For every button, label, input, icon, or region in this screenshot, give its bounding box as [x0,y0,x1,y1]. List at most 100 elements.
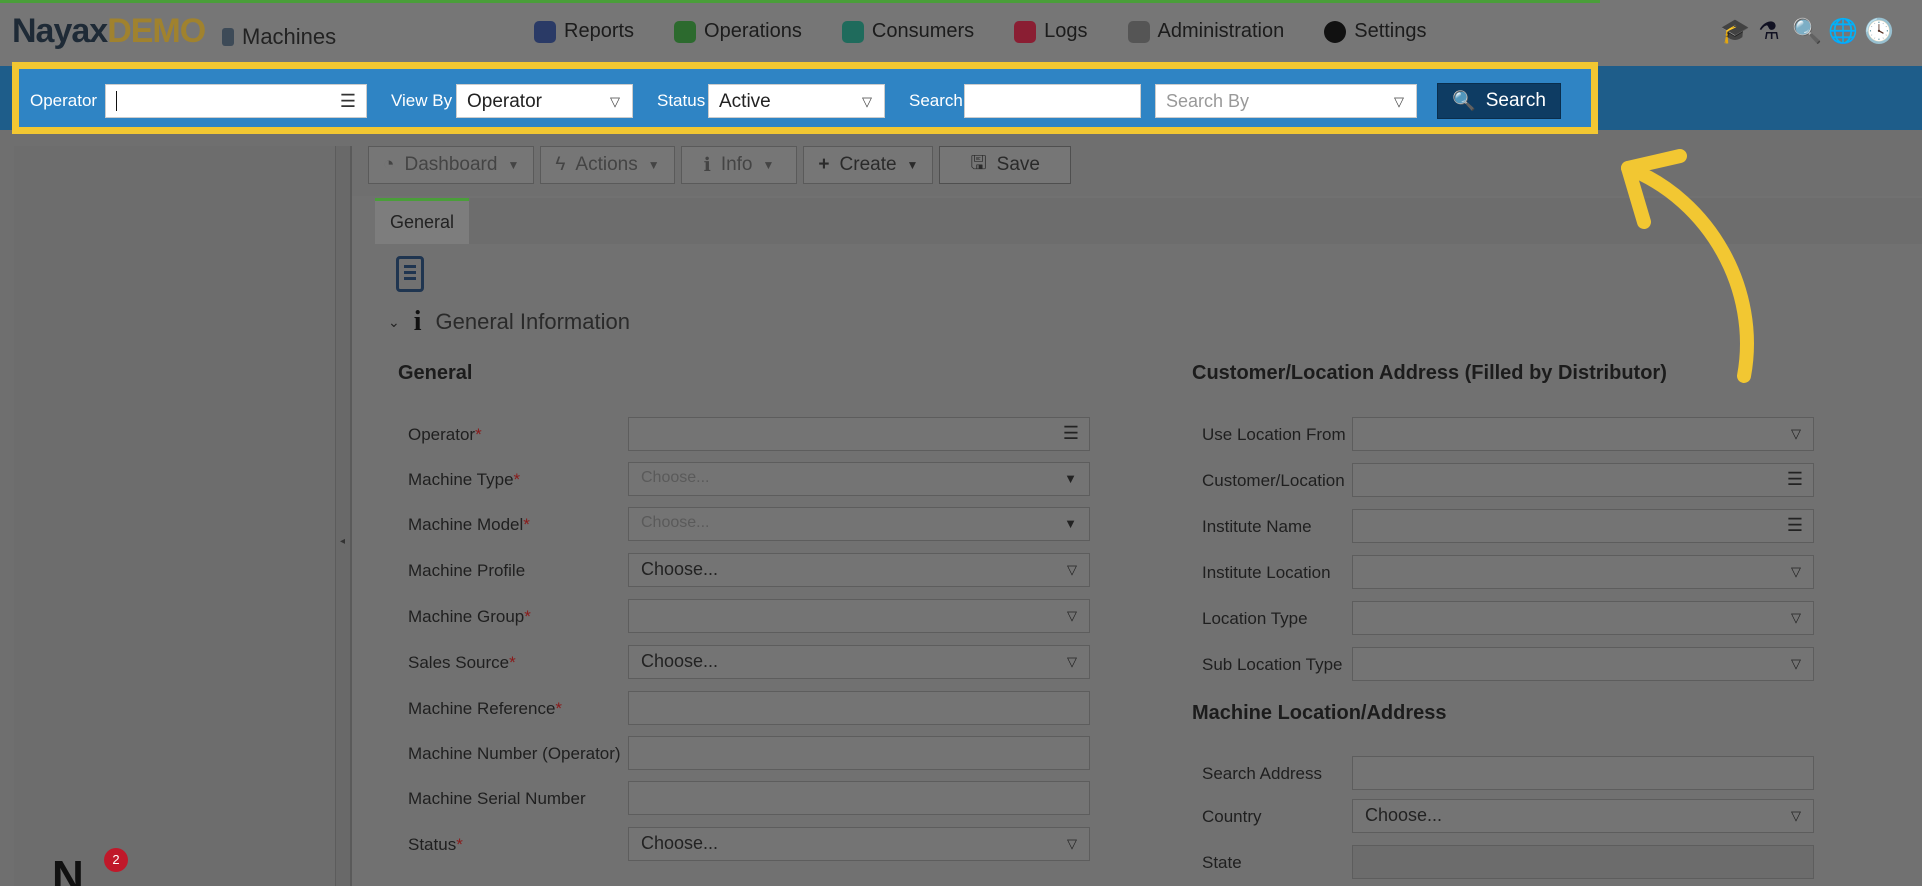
machine-location-group-title: Machine Location/Address [1192,702,1447,724]
search-button[interactable]: 🔍 Search [1437,83,1561,119]
searchby-select[interactable]: Search By ▽ [1155,84,1417,118]
actions-label: Actions [575,154,638,175]
text-cursor [116,91,117,111]
field-label-text: Search Address [1202,764,1323,783]
machine-reference-input[interactable] [628,691,1090,725]
chevron-down-icon: ▽ [1791,564,1801,579]
nav-logs[interactable]: Logs [1014,20,1088,43]
sub-location-type-select[interactable]: ▽ [1352,647,1814,681]
country-select[interactable]: Choose... ▽ [1352,799,1814,833]
machine-profile-select[interactable]: Choose... ▽ [628,553,1090,587]
caret-down-icon: ▼ [507,158,520,172]
caret-down-icon: ▼ [906,158,919,172]
field-label-machine-profile: Machine Profile [408,561,525,581]
machine-group-select[interactable]: ▽ [628,599,1090,633]
search-icon[interactable]: 🔍 [1792,18,1822,46]
field-label-search-address: Search Address [1202,764,1322,784]
list-icon[interactable]: ☰ [1063,423,1079,444]
globe-icon[interactable]: 🌐 [1828,18,1858,46]
chevron-down-icon: ▽ [1067,608,1077,623]
institute-location-select[interactable]: ▽ [1352,555,1814,589]
info-icon: ℹ [703,154,711,176]
search-filter-label: Search [909,91,963,110]
operator-filter-label: Operator [30,91,98,110]
customer-location-group-title: Customer/Location Address (Filled by Dis… [1192,362,1667,384]
machine-serial-number-input[interactable] [628,781,1090,815]
status-filter-value: Active [719,91,771,112]
chevron-down-icon: ▽ [1791,656,1801,671]
operator-lookup[interactable]: ☰ [628,417,1090,451]
field-label-text: Machine Serial Number [408,789,586,808]
flask-icon[interactable]: ⚗ [1756,18,1782,46]
operator-filter-input[interactable]: ☰ [105,84,367,118]
nav-reports[interactable]: Reports [534,20,634,43]
general-information-header[interactable]: ⌄ i General Information [388,306,630,338]
nav-operations[interactable]: Operations [674,20,802,43]
administration-icon [1127,20,1150,43]
customer-location-lookup[interactable]: ☰ [1352,463,1814,497]
dashboard-button[interactable]: ◔ Dashboard ▼ [368,146,535,184]
nav-label: Settings [1354,20,1427,42]
collapse-left-icon[interactable]: ◂ [340,536,345,547]
institute-name-lookup[interactable]: ☰ [1352,509,1814,543]
actions-button[interactable]: ϟ Actions ▼ [540,146,675,184]
sales-source-select[interactable]: Choose... ▽ [628,645,1090,679]
status-filter-label: Status [657,91,706,110]
info-button[interactable]: ℹ Info ▼ [680,146,798,184]
nav-label: Consumers [871,20,975,42]
chevron-down-icon: ▽ [1067,654,1077,669]
required-marker: * [475,425,482,444]
field-label-sub-location-type: Sub Location Type [1202,655,1343,675]
list-icon[interactable]: ☰ [1787,469,1803,490]
logs-icon [1014,20,1037,43]
reports-icon [534,20,556,43]
info-icon: i [413,306,422,337]
machine-number-operator-input[interactable] [628,736,1090,770]
nav-settings[interactable]: Settings [1324,20,1427,43]
chevron-down-icon: ▽ [862,94,872,109]
list-icon[interactable]: ☰ [1787,515,1803,536]
graduation-cap-icon[interactable]: 🎓 [1720,18,1750,46]
search-input[interactable] [964,84,1141,118]
logo-suffix-text: DEMO [107,12,206,50]
top-right-icons: 🎓 ⚗ 🔍 🌐 🕓 [1720,18,1894,46]
field-label-sales-source: Sales Source* [408,653,516,673]
search-address-input[interactable] [1352,756,1814,790]
field-label-text: Institute Name [1202,517,1312,536]
status-filter-select[interactable]: Active ▽ [708,84,885,118]
viewby-select[interactable]: Operator ▽ [456,84,633,118]
save-label: Save [996,154,1040,175]
searchby-placeholder: Search By [1166,91,1250,111]
field-value: Choose... [641,651,719,671]
required-marker: * [509,653,516,672]
field-label-use-location-from: Use Location From [1202,425,1346,445]
location-type-select[interactable]: ▽ [1352,601,1814,635]
annotation-arrow-icon [1621,149,1754,383]
status-select[interactable]: Choose... ▽ [628,827,1090,861]
nav-administration[interactable]: Administration [1127,20,1284,43]
field-label-text: Sales Source [408,653,510,672]
clock-icon[interactable]: 🕓 [1864,18,1894,46]
lightning-icon: ϟ [555,154,566,175]
create-button[interactable]: + Create ▼ [803,146,934,184]
field-label-text: Operator [408,425,476,444]
save-icon: 🖫 [970,153,987,174]
save-button[interactable]: 🖫 Save [939,146,1071,184]
chevron-down-icon: ▽ [1791,426,1801,441]
create-label: Create [839,154,897,175]
field-label-text: Use Location From [1202,425,1346,444]
tab-general[interactable]: General [375,198,469,244]
nayax-logo[interactable]: NayaxDEMO [12,12,206,51]
left-tree-panel [14,146,336,886]
chevron-down-icon[interactable]: ⌄ [388,314,400,331]
notification-widget[interactable]: N 2 [52,848,128,886]
list-icon[interactable]: ☰ [340,91,356,112]
use-location-from-select[interactable]: ▽ [1352,417,1814,451]
viewby-label: View By [391,91,453,110]
n-logo-icon: N [52,852,84,886]
notification-count-badge: 2 [104,848,128,872]
nav-consumers[interactable]: Consumers [841,20,975,43]
field-label-text: Country [1202,807,1262,826]
panel-splitter[interactable]: ◂ [336,146,352,886]
field-label-text: Machine Group [408,607,525,626]
